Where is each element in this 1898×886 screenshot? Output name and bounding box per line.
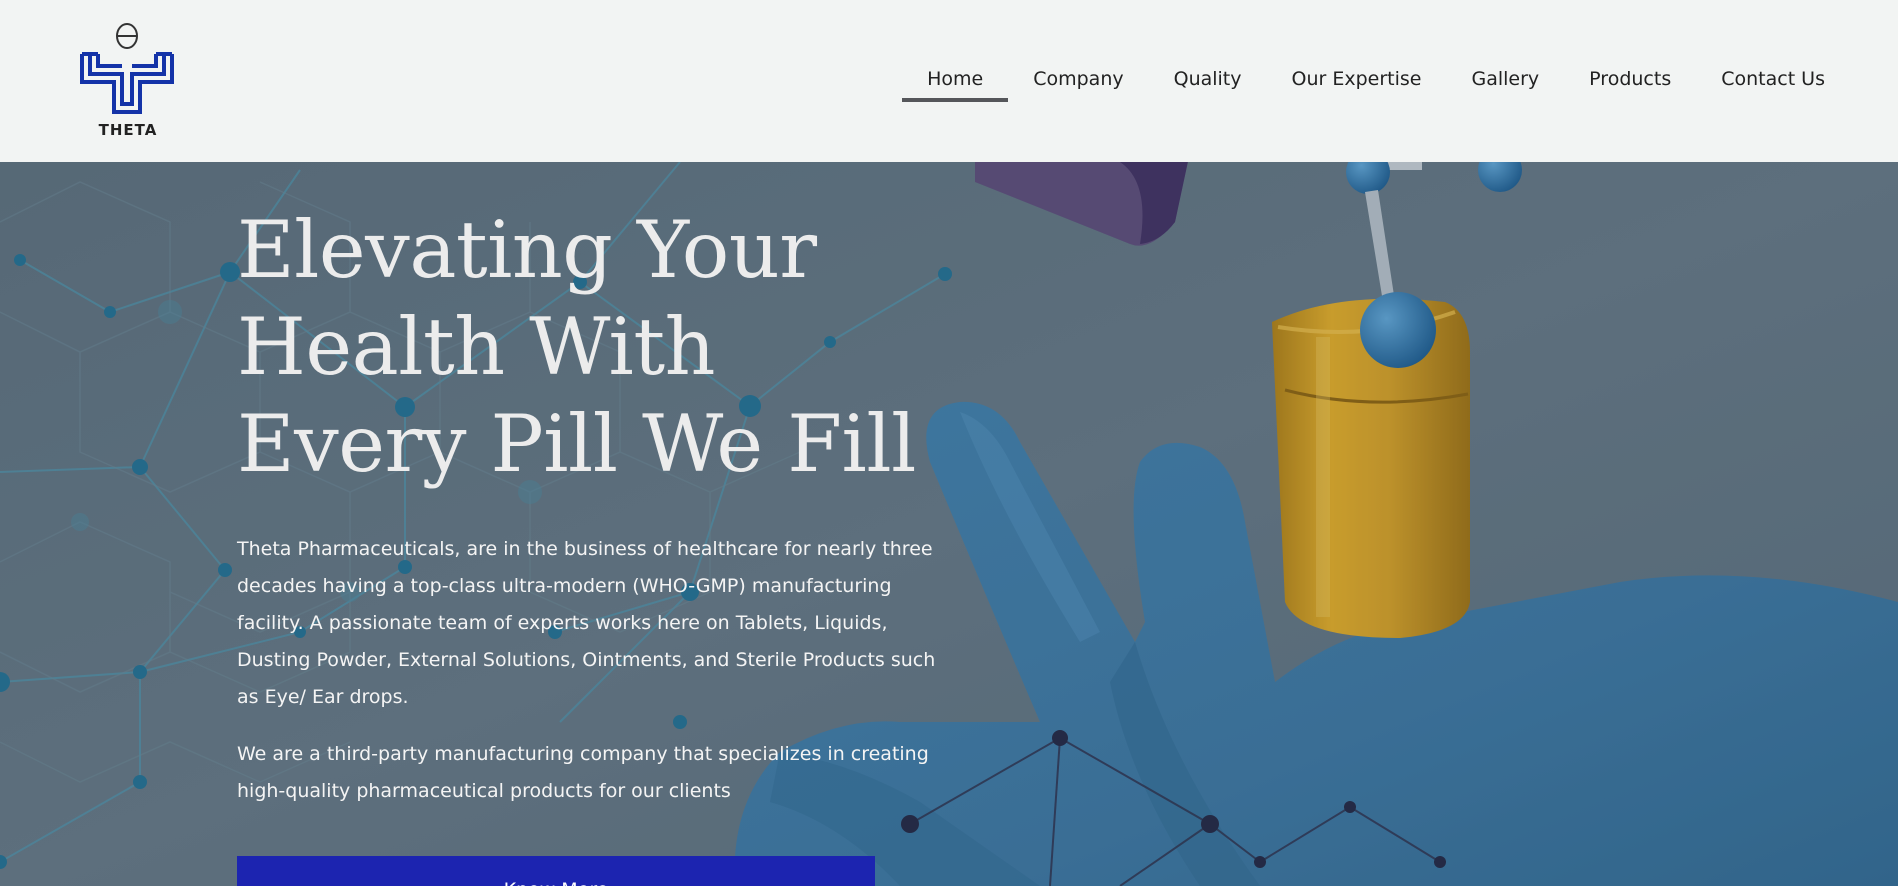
hero-title-line-3: Every Pill We Fill [237, 398, 916, 490]
theta-logo-icon [80, 23, 174, 114]
theta-logo[interactable]: THETA [78, 20, 178, 142]
nav-contact-us[interactable]: Contact Us [1696, 58, 1850, 108]
nav-our-expertise[interactable]: Our Expertise [1267, 58, 1447, 108]
know-more-button[interactable]: Know More [237, 856, 875, 886]
site-header: THETA Home Company Quality Our Expertise… [0, 0, 1898, 162]
hero-title: Elevating Your Health With Every Pill We… [237, 202, 937, 493]
hero-content: Elevating Your Health With Every Pill We… [237, 202, 937, 886]
nav-gallery[interactable]: Gallery [1447, 58, 1565, 108]
nav-quality[interactable]: Quality [1149, 58, 1267, 108]
hero-secondary-paragraph: We are a third-party manufacturing compa… [237, 743, 929, 802]
logo-wordmark: THETA [98, 121, 158, 139]
hero-intro-paragraph: Theta Pharmaceuticals, are in the busine… [237, 538, 936, 708]
nav-home[interactable]: Home [902, 58, 1009, 108]
hero-title-line-1: Elevating Your [237, 204, 817, 296]
hero-section: Elevating Your Health With Every Pill We… [0, 162, 1898, 886]
nav-company[interactable]: Company [1008, 58, 1148, 108]
hero-title-line-2: Health With [237, 301, 715, 393]
nav-products[interactable]: Products [1564, 58, 1696, 108]
main-nav: Home Company Quality Our Expertise Galle… [902, 58, 1850, 108]
